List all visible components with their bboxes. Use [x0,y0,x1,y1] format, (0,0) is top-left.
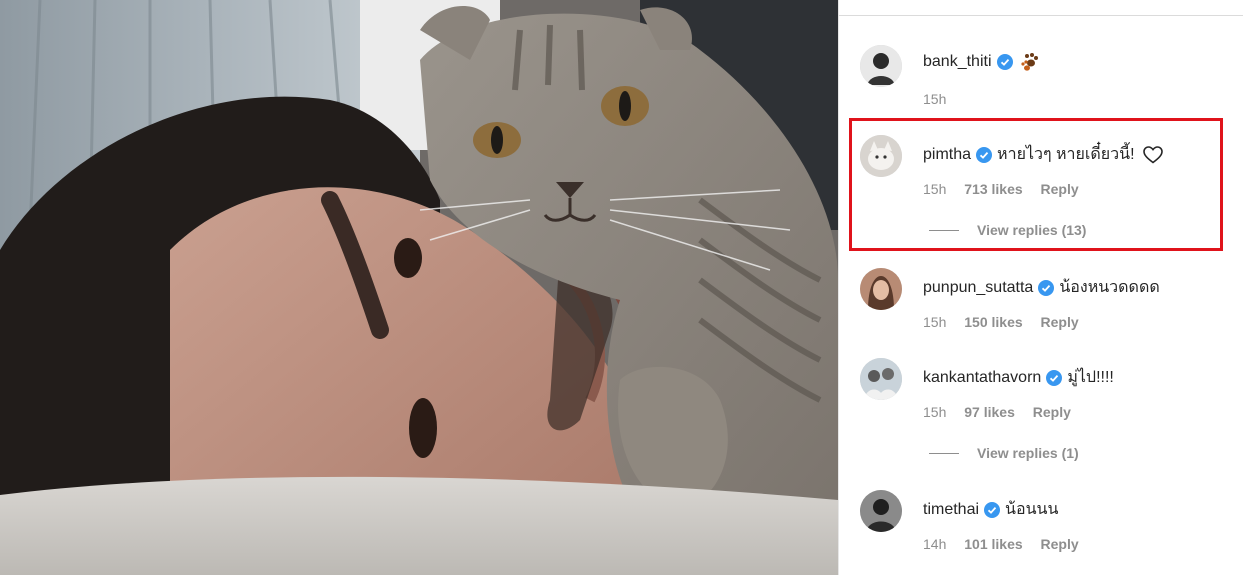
divider [839,15,1243,16]
paw-prints-icon [1020,52,1042,72]
comment-time: 15h [923,314,947,330]
comment-text: มู่ไป!!!! [1067,369,1114,386]
comment-username[interactable]: punpun_sutatta [923,279,1033,297]
reply-button[interactable]: Reply [1041,314,1079,330]
comments-panel: bank_thiti 15h pimtha หายไวๆ หายเดี๋ยวนี… [838,0,1243,575]
comment-text: น้อนนน [1005,501,1059,518]
comment-meta: 14h 101 likes Reply [923,536,1093,552]
comment-time: 15h [923,404,947,420]
verified-badge-icon [984,501,1001,518]
avatar[interactable] [860,45,902,87]
avatar[interactable] [860,358,902,400]
divider [929,452,959,454]
comment-username[interactable]: bank_thiti [923,53,992,71]
comment-username[interactable]: kankantathavorn [923,369,1041,387]
comment-username[interactable]: timethai [923,501,979,519]
comment-time: 14h [923,536,947,552]
avatar[interactable] [860,268,902,310]
like-count[interactable]: 101 likes [964,536,1022,552]
comment-time: 15h [923,91,947,107]
verified-badge-icon [996,54,1013,70]
comment-meta: 15h 97 likes Reply [923,404,1085,420]
post-photo [0,0,838,575]
view-replies-button[interactable]: View replies (1) [929,445,1079,461]
comment-text: น้องหนวดดดด [1059,279,1160,296]
like-count[interactable]: 97 likes [964,404,1015,420]
comment-meta: 15h 150 likes Reply [923,314,1093,330]
avatar[interactable] [860,490,902,532]
like-count[interactable]: 150 likes [964,314,1022,330]
highlight-box [849,118,1223,251]
reply-button[interactable]: Reply [1033,404,1071,420]
verified-badge-icon [1046,369,1063,386]
view-replies-label[interactable]: View replies (1) [977,445,1079,461]
reply-button[interactable]: Reply [1041,536,1079,552]
comment-meta: 15h [923,91,960,107]
verified-badge-icon [1038,279,1055,296]
